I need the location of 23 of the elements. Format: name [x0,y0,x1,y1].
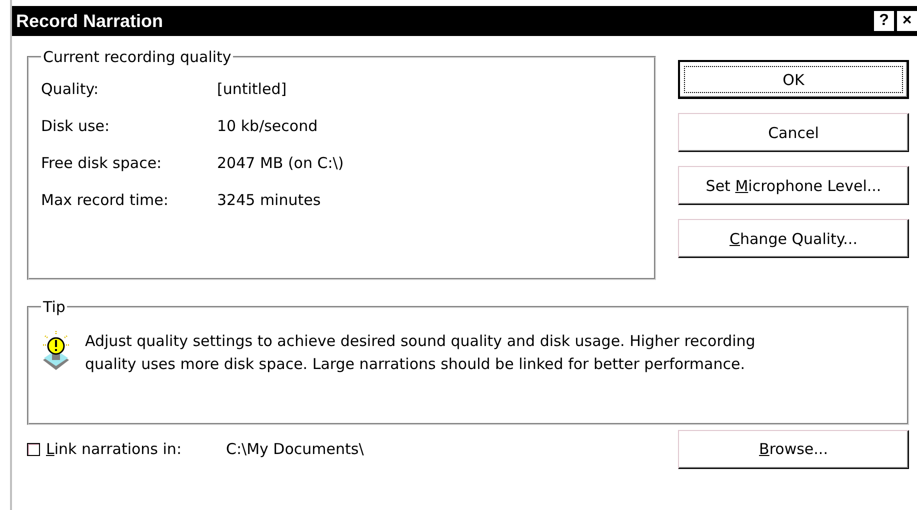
group-title: Tip [42,298,66,316]
field-label: Free disk space: [41,154,163,172]
folder-path: C:\My Documents\ [226,440,365,458]
field-value: 3245 minutes [217,191,322,209]
dialog-button[interactable]: OK [678,60,909,99]
dialog-button[interactable]: Cancel [678,113,909,152]
field-label: Max record time: [41,191,170,209]
browse-button[interactable]: Browse... [678,430,909,468]
close-button[interactable]: × [897,11,917,31]
window-title: Record Narration [16,10,164,32]
group-title: Current recording quality [42,48,232,66]
tip-text: Adjust quality settings to achieve desired sound quality and disk usage. Higher recording quality uses more disk space. Large narrations should be linked for better performance. [85,331,756,375]
field-value: 10 kb/second [217,117,319,135]
checkbox[interactable] [27,442,40,456]
lightbulb-icon [41,330,71,372]
field-label: Disk use: [41,117,111,135]
checkbox-label: Link narrations in: [46,440,182,458]
field-value: 2047 MB (on C:\) [217,154,345,172]
dialog-button[interactable]: Set Microphone Level... [678,166,909,205]
field-label: Quality: [41,80,100,98]
dialog-button[interactable]: Change Quality... [678,219,909,258]
field-value: [untitled] [217,80,288,98]
help-button[interactable]: ? [874,11,894,31]
